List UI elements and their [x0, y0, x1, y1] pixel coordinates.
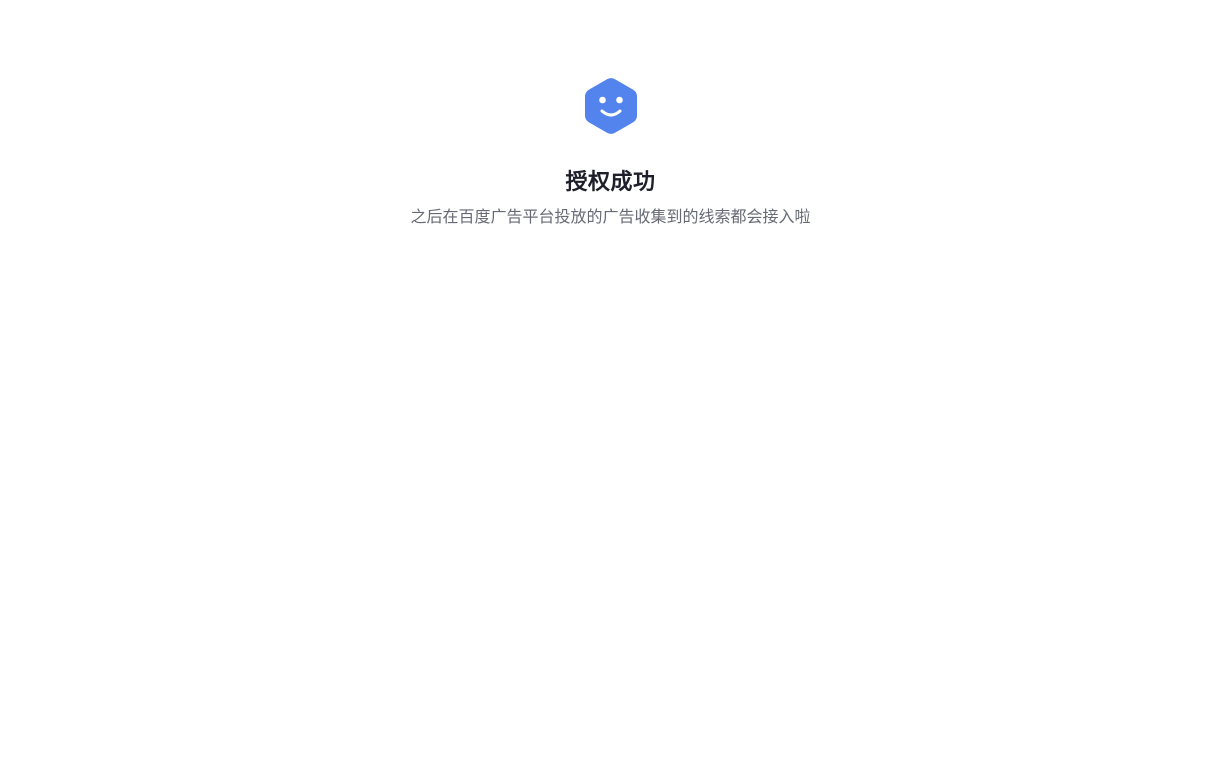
- smiley-hexagon-icon: [583, 76, 639, 136]
- result-description: 之后在百度广告平台投放的广告收集到的线索都会接入啦: [410, 207, 811, 226]
- auth-result-page: 授权成功 之后在百度广告平台投放的广告收集到的线索都会接入啦: [0, 0, 1221, 773]
- success-panel: 授权成功 之后在百度广告平台投放的广告收集到的线索都会接入啦: [0, 76, 1221, 228]
- result-title: 授权成功: [565, 170, 656, 195]
